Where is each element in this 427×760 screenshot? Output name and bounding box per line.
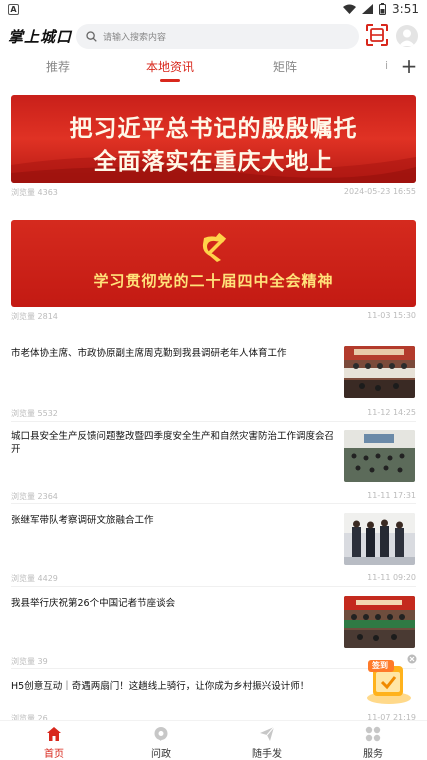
news-thumbnail (344, 513, 415, 565)
news-title: 张继军带队考察调研文旅融合工作 (11, 515, 154, 526)
nav-home[interactable]: 首页 (24, 726, 84, 760)
bottom-nav: 首页 问政 随手发 服务 (0, 720, 427, 760)
nav-label: 问政 (151, 749, 171, 760)
party-emblem-icon (202, 232, 227, 262)
news-title: 市老体协主席、市政协原副主席周克勤到我县调研老年人体育工作 (11, 348, 287, 359)
status-icons: 3:51 (343, 2, 419, 16)
user-icon (399, 29, 415, 46)
news-title: 城口县安全生产反馈问题整改暨四季度安全生产和自然灾害防治工作调度会召开 (11, 431, 335, 455)
wifi-icon (343, 4, 357, 14)
add-channel-button[interactable]: + (399, 56, 419, 76)
send-icon (260, 726, 275, 741)
nav-service[interactable]: 服务 (343, 726, 403, 760)
nav-label: 随手发 (252, 749, 282, 760)
divider (11, 668, 416, 669)
nav-label: 服务 (363, 749, 383, 760)
news-thumbnail (344, 596, 415, 648)
signal-icon (362, 4, 374, 14)
scan-icon (366, 24, 388, 46)
banner-card[interactable]: 把习近平总书记的殷殷嘱托 全面落实在重庆大地上 (11, 95, 416, 183)
view-count: 浏览量 2814 (11, 312, 58, 321)
tab-local-news[interactable]: 本地资讯 (146, 58, 194, 75)
publish-date: 11-11 09:20 (367, 573, 416, 582)
active-tab-indicator (160, 79, 180, 82)
banner-headline: 把习近平总书记的殷殷嘱托 (69, 115, 358, 142)
chat-icon (154, 727, 168, 741)
divider (11, 421, 416, 422)
view-count: 浏览量 4429 (11, 574, 58, 583)
news-title: 我县举行庆祝第26个中国记者节座谈会 (11, 598, 176, 609)
search-icon (86, 31, 97, 42)
news-thumbnail (344, 430, 415, 482)
view-count: 浏览量 5532 (11, 409, 58, 418)
nav-label: 首页 (44, 749, 64, 760)
divider (11, 503, 416, 504)
battery-icon (379, 3, 387, 15)
banner-card[interactable]: 学习贯彻党的二十届四中全会精神 (11, 220, 416, 307)
news-thumbnail (344, 346, 415, 398)
nav-wenzheng[interactable]: 问政 (131, 726, 191, 760)
tab-recommend[interactable]: 推荐 (46, 58, 70, 75)
search-placeholder: 请输入搜索内容 (103, 33, 167, 43)
clock: 3:51 (392, 2, 419, 16)
publish-date: 2024-05-23 16:55 (343, 187, 416, 196)
tab-matrix[interactable]: 矩阵 (273, 58, 297, 75)
view-count: 浏览量 2364 (11, 492, 58, 501)
status-bar: A 3:51 (0, 0, 427, 18)
channel-tabs: 推荐 本地资讯 矩阵 i + (0, 54, 427, 84)
checkin-label: 签到 (372, 661, 388, 670)
scan-button[interactable] (365, 23, 389, 47)
avatar[interactable] (396, 25, 418, 47)
app-logo: 掌上城口 (8, 28, 73, 46)
publish-date: 11-12 14:25 (367, 408, 416, 417)
publish-date: 11-03 15:30 (367, 311, 416, 320)
nav-post[interactable]: 随手发 (237, 726, 297, 760)
search-input[interactable]: 请输入搜索内容 (76, 24, 359, 49)
banner-headline: 学习贯彻党的二十届四中全会精神 (93, 272, 334, 290)
app-header: 掌上城口 请输入搜索内容 (0, 22, 427, 50)
notification-badge: A (8, 3, 19, 15)
tab-overflow[interactable]: i (385, 59, 395, 75)
banner-headline: 全面落实在重庆大地上 (93, 148, 334, 175)
divider (11, 586, 416, 587)
publish-date: 11-11 17:31 (367, 491, 416, 500)
checkin-floating-button[interactable]: 签到 (364, 654, 418, 706)
grid-icon (365, 726, 381, 742)
home-icon (47, 727, 61, 741)
news-title: H5创意互动｜奇遇两扇门！这趟线上骑行，让你成为乡村振兴设计师！ (11, 681, 310, 692)
view-count: 浏览量 39 (11, 657, 48, 666)
view-count: 浏览量 4363 (11, 188, 58, 197)
